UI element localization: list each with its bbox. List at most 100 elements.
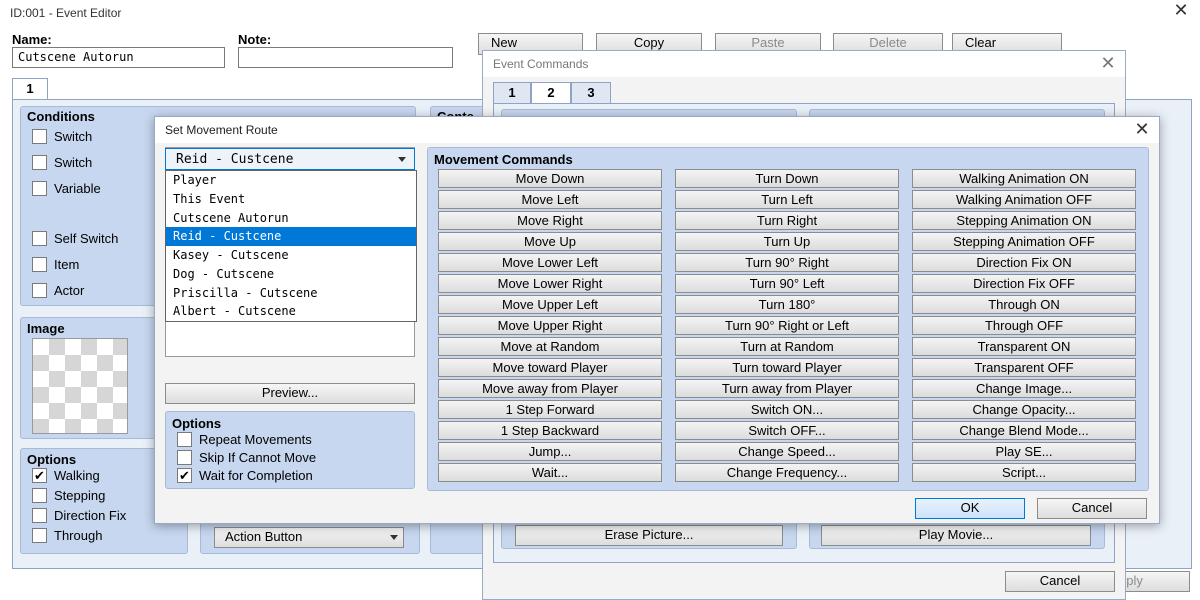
target-option-selected[interactable]: Reid - Custcene <box>166 227 416 246</box>
movement-command-button[interactable]: Wait... <box>438 463 662 482</box>
movement-command-button[interactable]: Through ON <box>912 295 1136 314</box>
target-option[interactable]: This Event <box>166 190 416 209</box>
movement-command-button[interactable]: Jump... <box>438 442 662 461</box>
movement-command-button[interactable]: Change Frequency... <box>675 463 899 482</box>
target-dropdown-list: Player This Event Cutscene Autorun Reid … <box>165 170 417 322</box>
movement-command-button[interactable]: Move toward Player <box>438 358 662 377</box>
repeat-movements-label: Repeat Movements <box>199 432 312 447</box>
movement-command-button[interactable]: Move Right <box>438 211 662 230</box>
movement-command-button[interactable]: Move at Random <box>438 337 662 356</box>
close-icon[interactable]: ✕ <box>1129 119 1155 141</box>
target-select[interactable]: Reid - Custcene <box>165 148 415 170</box>
movement-command-button[interactable]: Transparent ON <box>912 337 1136 356</box>
condition-actor-checkbox[interactable] <box>32 283 47 298</box>
movement-command-button[interactable]: Change Blend Mode... <box>912 421 1136 440</box>
movement-command-button[interactable]: Switch OFF... <box>675 421 899 440</box>
tab-2[interactable]: 2 <box>531 82 571 104</box>
movement-command-button[interactable]: Play SE... <box>912 442 1136 461</box>
condition-switch2-label: Switch <box>54 155 93 170</box>
movement-command-button[interactable]: Move Down <box>438 169 662 188</box>
condition-switch1-checkbox[interactable] <box>32 129 47 144</box>
option-through-checkbox[interactable] <box>32 528 47 543</box>
repeat-movements-checkbox[interactable] <box>177 432 192 447</box>
condition-switch1-label: Switch <box>54 129 93 144</box>
close-icon[interactable]: ✕ <box>1168 0 1194 22</box>
conditions-title: Conditions <box>27 109 95 124</box>
tab-1[interactable]: 1 <box>493 82 531 104</box>
movement-command-button[interactable]: Switch ON... <box>675 400 899 419</box>
route-options-title: Options <box>172 416 222 431</box>
movement-command-button[interactable]: Turn Up <box>675 232 899 251</box>
condition-switch2-checkbox[interactable] <box>32 155 47 170</box>
movement-command-button[interactable]: Turn at Random <box>675 337 899 356</box>
name-field[interactable]: Cutscene Autorun <box>12 47 225 68</box>
target-option[interactable]: Albert - Cutscene <box>166 302 416 321</box>
movement-command-button[interactable]: Change Speed... <box>675 442 899 461</box>
image-preview[interactable] <box>32 338 128 434</box>
movement-command-button[interactable]: Move Lower Right <box>438 274 662 293</box>
erase-picture-button[interactable]: Erase Picture... <box>515 525 783 546</box>
movement-command-button[interactable]: Move Up <box>438 232 662 251</box>
note-field[interactable] <box>238 47 453 68</box>
movement-route-title: Set Movement Route <box>155 117 1159 143</box>
option-directionfix-checkbox[interactable] <box>32 508 47 523</box>
movement-command-button[interactable]: Change Opacity... <box>912 400 1136 419</box>
movement-command-button[interactable]: Direction Fix OFF <box>912 274 1136 293</box>
movement-command-button[interactable]: Turn Right <box>675 211 899 230</box>
target-option[interactable]: Cutscene Autorun <box>166 209 416 228</box>
movement-command-button[interactable]: Stepping Animation ON <box>912 211 1136 230</box>
note-label: Note: <box>238 32 272 47</box>
trigger-select[interactable]: Action Button <box>214 527 404 548</box>
preview-button[interactable]: Preview... <box>165 383 415 404</box>
movement-command-button[interactable]: Turn 90° Right or Left <box>675 316 899 335</box>
movement-command-button[interactable]: Direction Fix ON <box>912 253 1136 272</box>
movement-command-button[interactable]: 1 Step Backward <box>438 421 662 440</box>
tab-3[interactable]: 3 <box>571 82 611 104</box>
option-directionfix-label: Direction Fix <box>54 508 127 523</box>
condition-variable-label: Variable <box>54 181 101 196</box>
movement-command-button[interactable]: Script... <box>912 463 1136 482</box>
movement-command-button[interactable]: Walking Animation ON <box>912 169 1136 188</box>
movement-command-button[interactable]: Transparent OFF <box>912 358 1136 377</box>
movement-command-button[interactable]: Turn Down <box>675 169 899 188</box>
movement-commands-title: Movement Commands <box>434 152 573 167</box>
movement-command-button[interactable]: Stepping Animation OFF <box>912 232 1136 251</box>
option-walking-checkbox[interactable]: ✔ <box>32 468 47 483</box>
play-movie-button[interactable]: Play Movie... <box>821 525 1091 546</box>
close-icon[interactable]: ✕ <box>1095 53 1121 75</box>
skip-if-cannot-move-checkbox[interactable] <box>177 450 192 465</box>
name-label: Name: <box>12 32 52 47</box>
target-option[interactable]: Player <box>166 171 416 190</box>
movement-command-button[interactable]: Move Upper Left <box>438 295 662 314</box>
target-option[interactable]: Dog - Cutscene <box>166 265 416 284</box>
condition-selfswitch-checkbox[interactable] <box>32 231 47 246</box>
chevron-down-icon <box>398 157 406 162</box>
wait-for-completion-checkbox[interactable]: ✔ <box>177 468 192 483</box>
movement-route-dialog: Set Movement Route ✕ Reid - Custcene Pla… <box>154 116 1160 524</box>
movement-command-button[interactable]: Turn 90° Left <box>675 274 899 293</box>
movement-command-button[interactable]: Turn 90° Right <box>675 253 899 272</box>
cancel-button[interactable]: Cancel <box>1005 571 1115 592</box>
page-tab[interactable]: 1 <box>12 78 48 100</box>
movement-command-button[interactable]: Turn Left <box>675 190 899 209</box>
movement-command-button[interactable]: Turn toward Player <box>675 358 899 377</box>
movement-command-button[interactable]: Move Upper Right <box>438 316 662 335</box>
movement-command-button[interactable]: Through OFF <box>912 316 1136 335</box>
movement-command-button[interactable]: Move Lower Left <box>438 253 662 272</box>
movement-command-button[interactable]: 1 Step Forward <box>438 400 662 419</box>
movement-command-button[interactable]: Move Left <box>438 190 662 209</box>
condition-variable-checkbox[interactable] <box>32 181 47 196</box>
event-editor-title: ID:001 - Event Editor <box>10 6 122 20</box>
movement-command-button[interactable]: Move away from Player <box>438 379 662 398</box>
movement-command-button[interactable]: Turn away from Player <box>675 379 899 398</box>
movement-command-button[interactable]: Change Image... <box>912 379 1136 398</box>
option-stepping-checkbox[interactable] <box>32 488 47 503</box>
option-stepping-label: Stepping <box>54 488 106 503</box>
movement-command-button[interactable]: Walking Animation OFF <box>912 190 1136 209</box>
ok-button[interactable]: OK <box>915 498 1025 519</box>
movement-command-button[interactable]: Turn 180° <box>675 295 899 314</box>
target-option[interactable]: Priscilla - Cutscene <box>166 284 416 303</box>
cancel-button[interactable]: Cancel <box>1037 498 1147 519</box>
target-option[interactable]: Kasey - Cutscene <box>166 246 416 265</box>
condition-item-checkbox[interactable] <box>32 257 47 272</box>
